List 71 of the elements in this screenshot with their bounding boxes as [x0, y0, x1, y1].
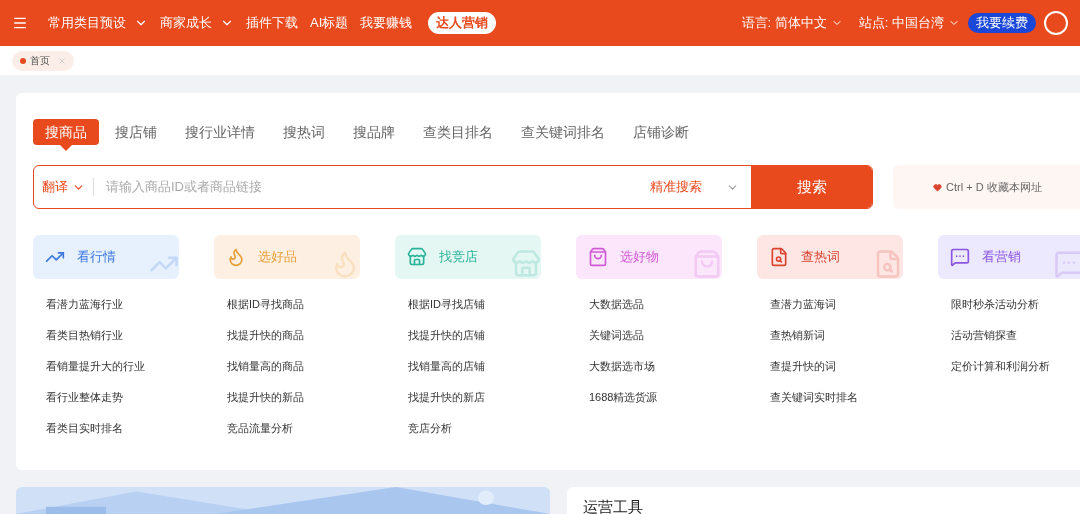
category-link[interactable]: 定价计算和利润分析	[951, 358, 1080, 375]
category-link[interactable]: 大数据选市场	[589, 358, 722, 375]
nav-menu-item[interactable]: 商家成长	[160, 13, 234, 33]
nav-menu-item[interactable]: 我要赚钱	[360, 13, 413, 33]
category-icon	[950, 247, 970, 267]
category-title: 找竞店	[439, 248, 478, 267]
category-link[interactable]: 找提升快的新店	[408, 389, 541, 406]
search-tab[interactable]: 搜品牌	[341, 119, 407, 145]
search-tab[interactable]: 查关键词排名	[509, 119, 617, 145]
search-tab[interactable]: 店铺诊断	[621, 119, 701, 145]
category-icon	[769, 247, 789, 267]
heart-icon	[933, 182, 942, 192]
page-tab[interactable]: 首页	[12, 50, 74, 71]
renew-button[interactable]: 我要续费	[968, 13, 1036, 33]
menu-icon[interactable]	[12, 15, 28, 31]
search-mode-select[interactable]: 精准搜索	[638, 177, 751, 197]
category-link[interactable]: 大数据选品	[589, 296, 722, 313]
category-link[interactable]: 1688精选货源	[589, 389, 722, 406]
category-link[interactable]: 看潜力蓝海行业	[46, 296, 179, 313]
category-link[interactable]: 看类目实时排名	[46, 420, 179, 437]
search-tab[interactable]: 搜店铺	[103, 119, 169, 145]
category-header[interactable]: 看行情	[33, 235, 179, 279]
nav-menu-item[interactable]: 常用类目预设	[48, 13, 148, 33]
language-select[interactable]: 语言: 简体中文	[741, 13, 843, 33]
category-link[interactable]: 看行业整体走势	[46, 389, 179, 406]
search-button[interactable]: 搜索	[751, 166, 872, 208]
category-link[interactable]: 看类目热销行业	[46, 327, 179, 344]
category-link[interactable]: 根据ID寻找商品	[227, 296, 360, 313]
translate-select[interactable]: 翻译	[34, 178, 94, 196]
category-link[interactable]: 找提升快的新品	[227, 389, 360, 406]
category-link[interactable]: 看销量提升大的行业	[46, 358, 179, 375]
category-title: 查热词	[801, 248, 840, 267]
category-header[interactable]: 查热词	[757, 235, 903, 279]
category-link[interactable]: 查关键词实时排名	[770, 389, 903, 406]
category-link[interactable]: 竞品流量分析	[227, 420, 360, 437]
site-select[interactable]: 站点: 中国台湾	[858, 13, 960, 33]
category-decoration-icon	[692, 249, 722, 279]
category-link[interactable]: 查热销新词	[770, 327, 903, 344]
category-link[interactable]: 限时秒杀活动分析	[951, 296, 1080, 313]
tab-pointer	[60, 145, 72, 151]
category-title: 看行情	[77, 248, 116, 267]
category-link[interactable]: 活动营销探查	[951, 327, 1080, 344]
category-link[interactable]: 找提升快的店铺	[408, 327, 541, 344]
nav-menu-item[interactable]: 插件下载	[246, 13, 298, 33]
category-title: 选好品	[258, 248, 297, 267]
category-link[interactable]: 查潜力蓝海词	[770, 296, 903, 313]
search-tab[interactable]: 查类目排名	[411, 119, 505, 145]
category-link[interactable]: 关键词选品	[589, 327, 722, 344]
nav-menu-item[interactable]: AI标题	[310, 13, 349, 33]
category-link[interactable]: 查提升快的词	[770, 358, 903, 375]
category-icon	[226, 247, 246, 267]
bookmark-hint: Ctrl + D 收藏本网址	[893, 165, 1080, 209]
category-link[interactable]: 找销量高的店铺	[408, 358, 541, 375]
category-link[interactable]: 竞店分析	[408, 420, 541, 437]
category-decoration-icon	[1054, 249, 1080, 279]
search-field[interactable]: 请输入商品ID或者商品链接	[94, 177, 638, 197]
search-tab[interactable]: 搜热词	[271, 119, 337, 145]
category-decoration-icon	[511, 249, 541, 279]
search-bar[interactable]: 翻译 请输入商品ID或者商品链接 精准搜索 搜索	[33, 165, 873, 209]
category-link[interactable]: 找提升快的商品	[227, 327, 360, 344]
avatar[interactable]	[1044, 11, 1068, 35]
category-title: 选好物	[620, 248, 659, 267]
category-icon	[407, 247, 427, 267]
category-link[interactable]: 根据ID寻找店铺	[408, 296, 541, 313]
search-tab[interactable]: 搜行业详情	[173, 119, 267, 145]
promo-button[interactable]: 达人营销	[428, 12, 497, 34]
category-header[interactable]: 看营销	[938, 235, 1080, 279]
category-icon	[588, 247, 608, 267]
category-title: 看营销	[982, 248, 1021, 267]
tools-title: 运营工具	[583, 498, 643, 514]
category-link[interactable]: 找销量高的商品	[227, 358, 360, 375]
